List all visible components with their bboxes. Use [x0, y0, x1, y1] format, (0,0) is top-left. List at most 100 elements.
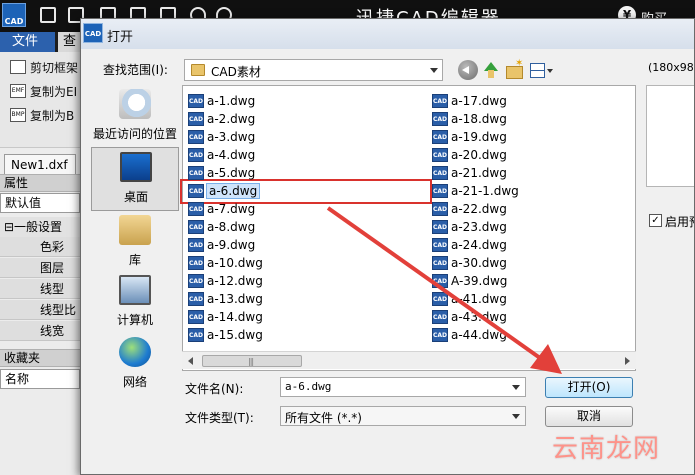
document-tab[interactable]: New1.dxf: [4, 154, 76, 174]
file-item[interactable]: CAD a-21-1.dwg: [432, 182, 672, 200]
file-item[interactable]: CAD a-41.dwg: [432, 290, 672, 308]
file-item[interactable]: CAD a-2.dwg: [188, 110, 428, 128]
chevron-down-icon[interactable]: [512, 385, 520, 390]
dwg-file-icon: CAD: [432, 220, 448, 234]
file-name: a-5.dwg: [207, 166, 256, 180]
dwg-file-icon: CAD: [188, 256, 204, 270]
file-name: a-6.dwg: [205, 183, 261, 199]
dwg-file-icon: CAD: [432, 292, 448, 306]
prop-lineweight[interactable]: 线宽: [0, 321, 80, 341]
dwg-file-icon: CAD: [188, 220, 204, 234]
place-network[interactable]: 网络: [91, 333, 179, 397]
dwg-file-icon: CAD: [188, 292, 204, 306]
new-folder-icon[interactable]: [505, 58, 525, 80]
file-item[interactable]: CAD a-4.dwg: [188, 146, 428, 164]
file-item[interactable]: CAD a-19.dwg: [432, 128, 672, 146]
place-label: 最近访问的位置: [92, 127, 177, 141]
prop-layer[interactable]: 图层: [0, 258, 80, 278]
dwg-file-icon: CAD: [188, 238, 204, 252]
file-name: a-20.dwg: [451, 148, 507, 162]
file-item[interactable]: CAD a-18.dwg: [432, 110, 672, 128]
dwg-file-icon: CAD: [432, 112, 448, 126]
file-item[interactable]: CAD a-30.dwg: [432, 254, 672, 272]
file-item[interactable]: CAD a-14.dwg: [188, 308, 428, 326]
tab-file[interactable]: 文件: [0, 32, 55, 52]
prop-linetype[interactable]: 线型: [0, 279, 80, 299]
ribbon-label: 复制为EI: [30, 84, 78, 99]
app-logo: CAD: [2, 3, 26, 27]
prop-color[interactable]: 色彩: [0, 237, 80, 257]
file-name: a-30.dwg: [451, 256, 507, 270]
file-name: a-7.dwg: [207, 202, 256, 216]
file-item[interactable]: CAD a-8.dwg: [188, 218, 428, 236]
file-name: a-8.dwg: [207, 220, 256, 234]
view-menu-icon[interactable]: [529, 60, 555, 80]
cancel-button[interactable]: 取消: [545, 406, 633, 427]
filename-input[interactable]: a-6.dwg: [280, 377, 526, 397]
filetype-select[interactable]: 所有文件 (*.*): [280, 406, 526, 426]
file-item[interactable]: CAD a-3.dwg: [188, 128, 428, 146]
dialog-titlebar[interactable]: CAD 打开: [81, 19, 694, 49]
file-item[interactable]: CAD a-22.dwg: [432, 200, 672, 218]
cad-app-icon: CAD: [83, 23, 103, 43]
file-item[interactable]: CAD a-10.dwg: [188, 254, 428, 272]
open-button[interactable]: 打开(O): [545, 377, 633, 398]
file-item[interactable]: CAD a-44.dwg: [432, 326, 672, 344]
file-item[interactable]: CAD a-1.dwg: [188, 92, 428, 110]
general-settings-group[interactable]: ⊟一般设置: [0, 217, 80, 237]
place-label: 桌面: [123, 190, 148, 204]
file-name: a-19.dwg: [451, 130, 507, 144]
ribbon-copy-emf[interactable]: EMF 复制为EI: [10, 82, 77, 100]
scroll-right-icon[interactable]: [625, 357, 630, 365]
file-item[interactable]: CAD a-5.dwg: [188, 164, 428, 182]
file-name: a-2.dwg: [207, 112, 256, 126]
cut-frame-icon: [10, 60, 26, 74]
ribbon-cut-frame[interactable]: 剪切框架: [10, 58, 78, 76]
properties-select[interactable]: 默认值: [0, 193, 80, 213]
place-recent[interactable]: 最近访问的位置: [91, 85, 179, 149]
dwg-file-icon: CAD: [432, 274, 448, 288]
look-in-combo[interactable]: CAD素材: [184, 59, 443, 81]
file-name: a-13.dwg: [207, 292, 263, 306]
ribbon-copy-bmp[interactable]: BMP 复制为B: [10, 106, 74, 124]
prop-linetype-scale[interactable]: 线型比: [0, 300, 80, 320]
scroll-thumb[interactable]: |||: [202, 355, 302, 367]
place-desktop[interactable]: 桌面: [91, 147, 179, 211]
file-item[interactable]: CAD a-24.dwg: [432, 236, 672, 254]
new-file-icon[interactable]: [40, 7, 56, 23]
scroll-left-icon[interactable]: [188, 357, 193, 365]
dwg-file-icon: CAD: [188, 130, 204, 144]
file-name: a-41.dwg: [451, 292, 507, 306]
file-item[interactable]: CAD a-17.dwg: [432, 92, 672, 110]
left-panel: New1.dxf 属性 默认值 ⊟一般设置 色彩 图层 线型 线型比 线宽 收藏…: [0, 148, 80, 475]
file-item[interactable]: CAD a-23.dwg: [432, 218, 672, 236]
file-name: a-43.dwg: [451, 310, 507, 324]
dialog-title: 打开: [107, 30, 134, 45]
up-folder-icon[interactable]: [482, 60, 502, 80]
chevron-down-icon: [512, 414, 520, 419]
dwg-file-icon: CAD: [432, 148, 448, 162]
file-item[interactable]: CAD a-13.dwg: [188, 290, 428, 308]
file-item-selected[interactable]: CAD a-6.dwg: [188, 182, 428, 200]
file-item[interactable]: CAD a-43.dwg: [432, 308, 672, 326]
horizontal-scrollbar[interactable]: |||: [182, 351, 636, 369]
folder-icon: [191, 64, 205, 76]
tab-view[interactable]: 查: [58, 32, 80, 52]
back-icon[interactable]: [458, 60, 478, 80]
file-name: a-23.dwg: [451, 220, 507, 234]
file-item[interactable]: CAD a-9.dwg: [188, 236, 428, 254]
app-ribbon: 剪切框架 EMF 复制为EI BMP 复制为B: [0, 52, 80, 148]
computer-icon: [119, 275, 151, 305]
place-libraries[interactable]: 库: [91, 211, 179, 275]
file-item[interactable]: CAD a-12.dwg: [188, 272, 428, 290]
place-computer[interactable]: 计算机: [91, 271, 179, 335]
file-item[interactable]: CAD a-21.dwg: [432, 164, 672, 182]
bmp-icon: BMP: [10, 108, 26, 122]
file-item[interactable]: CAD a-7.dwg: [188, 200, 428, 218]
dwg-file-icon: CAD: [188, 148, 204, 162]
filetype-label: 文件类型(T):: [185, 411, 254, 425]
file-item[interactable]: CAD a-15.dwg: [188, 326, 428, 344]
file-item[interactable]: CAD A-39.dwg: [432, 272, 672, 290]
dwg-file-icon: CAD: [432, 130, 448, 144]
file-item[interactable]: CAD a-20.dwg: [432, 146, 672, 164]
